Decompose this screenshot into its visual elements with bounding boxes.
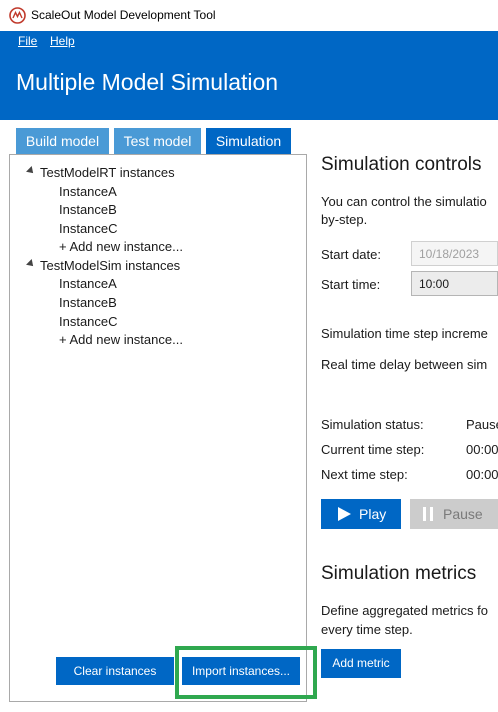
tab-test-model[interactable]: Test model bbox=[114, 128, 201, 154]
app-header: File Help Multiple Model Simulation bbox=[0, 31, 498, 120]
play-button[interactable]: Play bbox=[321, 499, 401, 529]
pause-button[interactable]: Pause bbox=[410, 499, 498, 529]
tab-build-model[interactable]: Build model bbox=[16, 128, 109, 154]
pause-icon bbox=[423, 507, 433, 521]
status-label: Simulation status: bbox=[321, 417, 424, 432]
tab-simulation[interactable]: Simulation bbox=[206, 128, 291, 154]
current-step-value: 00:00 bbox=[466, 442, 498, 457]
add-metric-button[interactable]: Add metric bbox=[321, 649, 401, 678]
highlight-box bbox=[175, 646, 317, 699]
instance-tree-panel bbox=[9, 154, 307, 702]
tree-group-testmodelrt[interactable]: TestModelRT instances bbox=[40, 165, 175, 180]
controls-description-2: by-step. bbox=[321, 212, 368, 227]
app-logo-icon bbox=[9, 7, 26, 24]
pause-label: Pause bbox=[443, 506, 483, 522]
controls-description: You can control the simulatio bbox=[321, 194, 487, 209]
clear-instances-button[interactable]: Clear instances bbox=[56, 657, 174, 685]
delay-label: Real time delay between sim bbox=[321, 357, 488, 372]
menu-help[interactable]: Help bbox=[50, 34, 75, 48]
simulation-controls-heading: Simulation controls bbox=[321, 154, 482, 175]
current-step-label: Current time step: bbox=[321, 442, 425, 457]
play-icon bbox=[338, 507, 351, 521]
start-time-label: Start time: bbox=[321, 277, 381, 292]
tree-item-instance[interactable]: InstanceC bbox=[59, 221, 118, 236]
tree-item-instance[interactable]: InstanceA bbox=[59, 276, 117, 291]
tree-item-instance[interactable]: InstanceB bbox=[59, 295, 117, 310]
simulation-metrics-heading: Simulation metrics bbox=[321, 563, 477, 584]
tree-group-testmodelsim[interactable]: TestModelSim instances bbox=[40, 258, 180, 273]
metrics-description: Define aggregated metrics fo bbox=[321, 603, 488, 618]
start-date-label: Start date: bbox=[321, 247, 381, 262]
page-title: Multiple Model Simulation bbox=[16, 69, 279, 95]
next-step-value: 00:00 bbox=[466, 467, 498, 482]
start-date-field[interactable]: 10/18/2023 bbox=[411, 241, 498, 266]
play-label: Play bbox=[359, 506, 387, 522]
start-time-field[interactable]: 10:00 bbox=[411, 271, 498, 296]
tree-item-add-instance[interactable]: + Add new instance... bbox=[59, 239, 183, 254]
window-title: ScaleOut Model Development Tool bbox=[31, 8, 216, 22]
status-value: Pause bbox=[466, 417, 498, 432]
tree-item-instance[interactable]: InstanceB bbox=[59, 202, 117, 217]
tree-item-instance[interactable]: InstanceC bbox=[59, 314, 118, 329]
title-bar: ScaleOut Model Development Tool bbox=[0, 0, 498, 31]
next-step-label: Next time step: bbox=[321, 467, 408, 482]
time-step-label: Simulation time step increme bbox=[321, 326, 488, 341]
tree-item-instance[interactable]: InstanceA bbox=[59, 184, 117, 199]
metrics-description-2: every time step. bbox=[321, 622, 413, 637]
tree-item-add-instance[interactable]: + Add new instance... bbox=[59, 332, 183, 347]
menu-file[interactable]: File bbox=[18, 34, 37, 48]
